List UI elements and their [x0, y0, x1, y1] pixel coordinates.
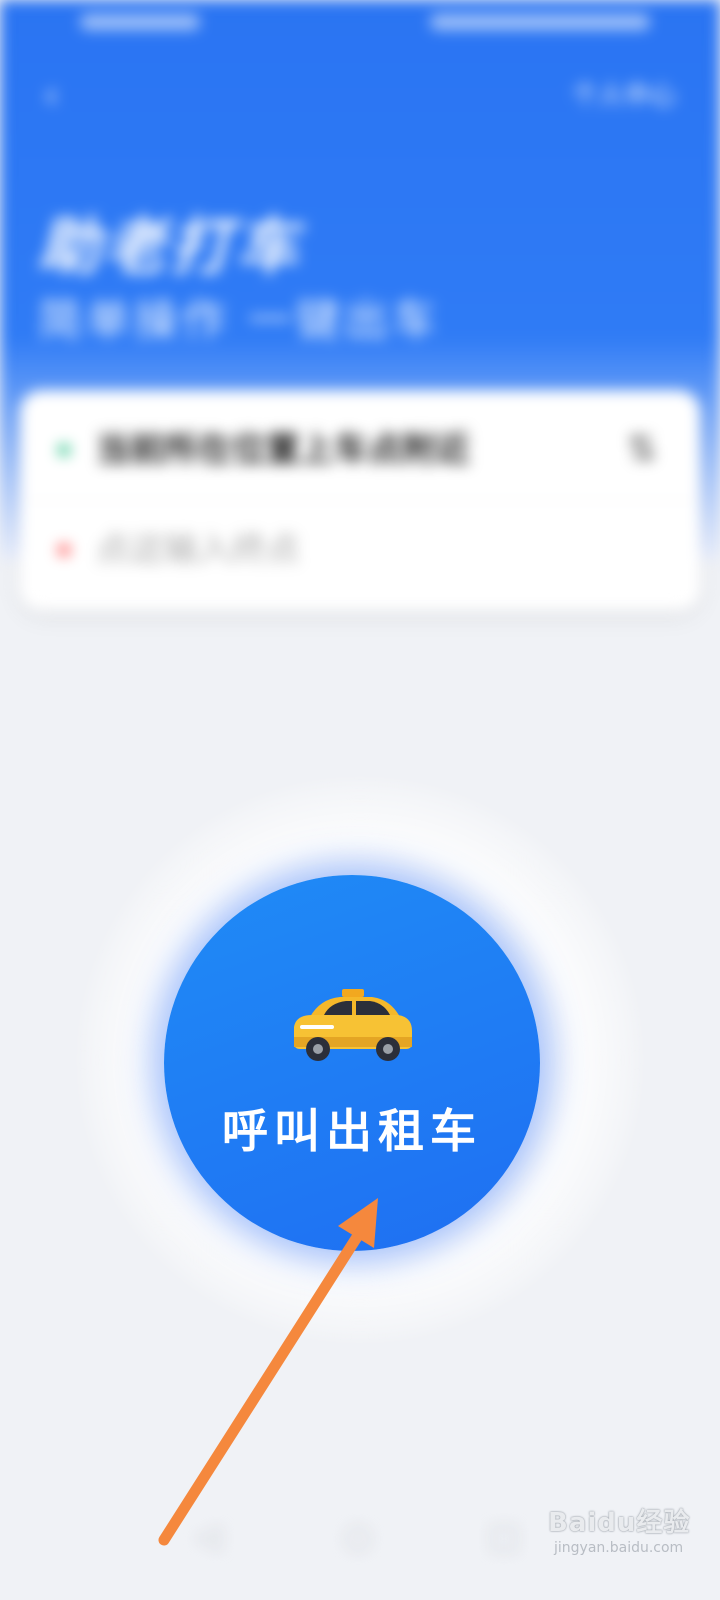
call-taxi-label: 呼叫出租车 [222, 1104, 482, 1158]
status-icons [430, 14, 650, 30]
origin-text: 当前所在位置上车点附近 [96, 430, 470, 470]
personal-center-link[interactable]: 个人中心 [572, 76, 676, 116]
status-bar [60, 14, 660, 38]
page-subtitle: 简单操作 一键出车 [38, 295, 440, 346]
destination-placeholder: 点这输入终点 [96, 530, 300, 570]
status-time [80, 14, 200, 30]
call-taxi-button[interactable]: 呼叫出租车 [164, 875, 540, 1251]
watermark-url: jingyan.baidu.com [554, 1540, 684, 1556]
route-card: 当前所在位置上车点附近 ⇅ 点这输入终点 [20, 390, 700, 610]
watermark-logo-text: Baidu经验 [548, 1508, 691, 1538]
destination-dot-icon [58, 544, 70, 556]
blurred-background: ‹ 个人中心 助老打车 简单操作 一键出车 当前所在位置上车点附近 ⇅ 点这输入… [0, 0, 720, 1600]
origin-row[interactable]: 当前所在位置上车点附近 ⇅ [20, 400, 700, 501]
nav-back-icon[interactable]: ◁ [188, 1516, 228, 1556]
baidu-watermark: Baidu经验 jingyan.baidu.com [548, 1494, 708, 1564]
nav-recent-icon[interactable]: □ [484, 1516, 524, 1556]
destination-row[interactable]: 点这输入终点 [20, 500, 700, 600]
swap-icon[interactable]: ⇅ [620, 428, 664, 472]
chevron-left-icon[interactable]: ‹ [44, 76, 74, 116]
taxi-car-icon [294, 989, 412, 1061]
origin-dot-icon [58, 444, 70, 456]
nav-home-icon[interactable]: ○ [338, 1516, 378, 1556]
page-title: 助老打车 [38, 210, 303, 283]
